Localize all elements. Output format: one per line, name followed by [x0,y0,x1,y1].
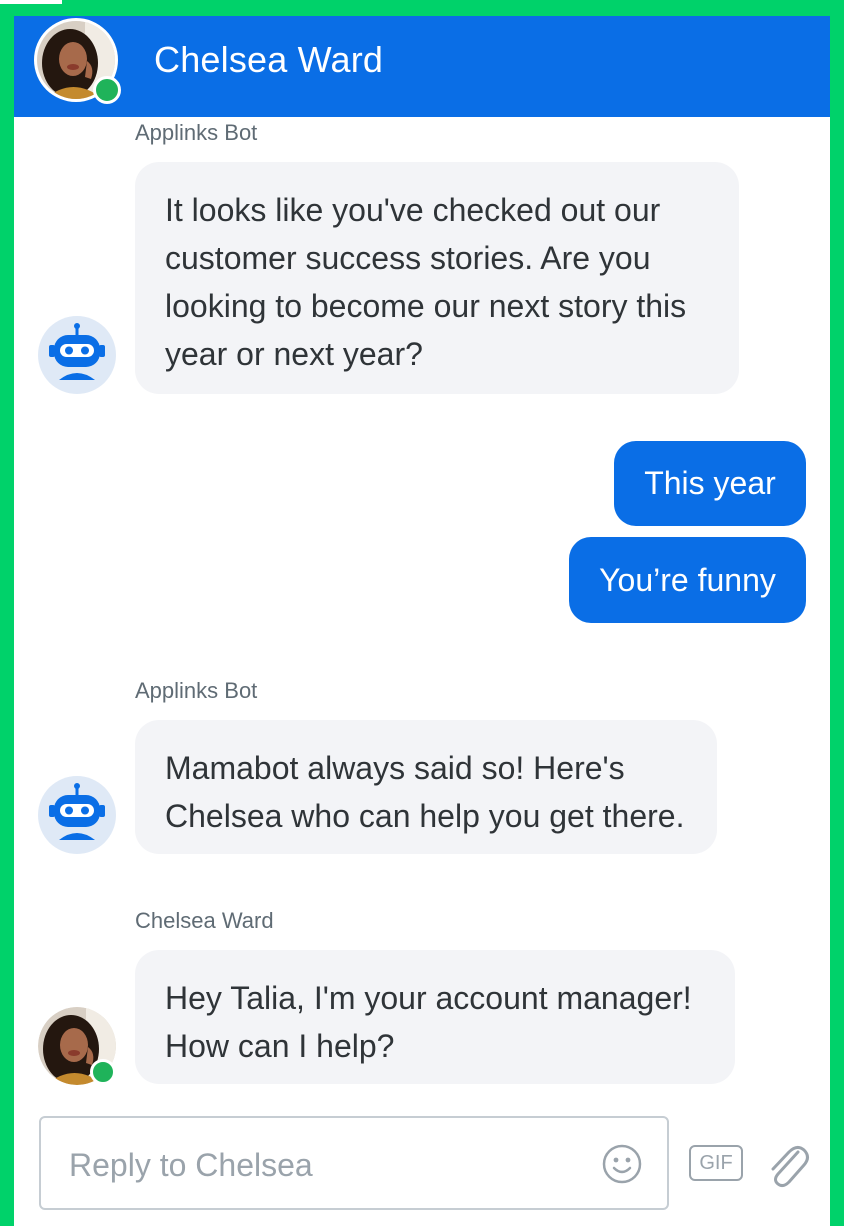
chat-header: Chelsea Ward [14,16,830,117]
message-line: How can I help? [165,1028,395,1064]
message-sender: Applinks Bot [135,120,258,145]
chat-window: Chelsea Ward Applinks Bot It looks like … [14,16,830,1226]
bot-avatar [38,316,116,394]
message-sender: Applinks Bot [135,678,258,703]
bot-avatar [38,776,116,854]
reply-composer [39,1116,669,1210]
message-line: year or next year? [165,336,423,372]
message-line: Chelsea who can help you get there. [165,798,685,834]
robot-icon [38,776,116,854]
message-line: looking to become our next story this [165,288,687,324]
chat-title: Chelsea Ward [154,39,384,80]
robot-icon [38,316,116,394]
message-line: Mamabot always said so! Here's [165,750,625,786]
message-line: It looks like you've checked out our [165,192,661,228]
reply-input[interactable] [67,1138,591,1192]
agent-message-bubble: Hey Talia, I'm your account manager! How… [135,950,735,1084]
bot-message-bubble: It looks like you've checked out our cus… [135,162,739,394]
contact-avatar[interactable] [34,18,121,104]
online-status-dot [93,76,121,104]
gif-button[interactable]: GIF [689,1145,743,1181]
bot-message-bubble: Mamabot always said so! Here's Chelsea w… [135,720,717,854]
paperclip-icon[interactable] [762,1138,810,1188]
quick-reply-youre-funny[interactable]: You’re funny [569,537,806,623]
message-line: Hey Talia, I'm your account manager! [165,980,692,1016]
smiley-icon[interactable] [601,1143,643,1185]
agent-avatar [38,1007,116,1085]
online-status-dot [90,1059,116,1085]
top-strip [0,0,62,4]
message-sender: Chelsea Ward [135,908,274,933]
message-line: customer success stories. Are you [165,240,651,276]
quick-reply-this-year[interactable]: This year [614,441,806,526]
